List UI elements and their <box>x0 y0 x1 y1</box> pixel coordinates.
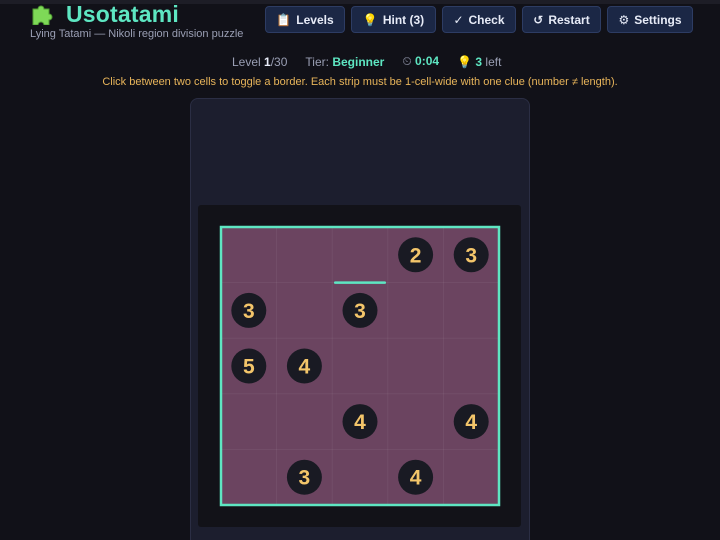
board-cell[interactable] <box>332 227 388 283</box>
board-cell[interactable] <box>332 338 388 394</box>
timer: ⏲ 0:04 <box>402 54 439 69</box>
board-cell[interactable] <box>277 394 333 450</box>
restart-icon: ↺ <box>533 12 544 27</box>
clipboard-icon: 📋 <box>276 12 292 27</box>
clue-number: 3 <box>465 244 477 267</box>
board-cell[interactable] <box>221 394 277 450</box>
hints-count: 3 <box>475 54 483 69</box>
levels-button[interactable]: 📋 Levels <box>265 6 345 33</box>
board-cell[interactable] <box>277 227 333 283</box>
tier-value: Beginner <box>332 54 385 69</box>
checkmark-icon: ✓ <box>453 12 464 27</box>
status-bar: Level 1/30 Tier: Beginner ⏲ 0:04 💡 3 lef… <box>232 54 501 69</box>
timer-value: 0:04 <box>415 54 440 68</box>
hints-remaining: 💡 3 left <box>457 54 502 69</box>
clue-number: 3 <box>299 467 311 490</box>
board-cell[interactable] <box>443 283 499 339</box>
clue-number: 4 <box>299 356 311 379</box>
lightbulb-icon: 💡 <box>362 12 378 27</box>
brand-header: Usotatami Lying Tatami — Nikoli region d… <box>30 0 244 41</box>
board-cell[interactable] <box>388 394 444 450</box>
check-button-label: Check <box>468 12 505 27</box>
tier-indicator: Tier: Beginner <box>305 54 385 69</box>
level-total: /30 <box>270 54 288 69</box>
clue-number: 4 <box>354 411 366 434</box>
board-frame: 2 3 3 3 5 4 4 4 3 4 <box>198 205 521 527</box>
level-indicator: Level 1/30 <box>232 54 288 69</box>
level-current: 1 <box>264 54 271 69</box>
board-cell[interactable] <box>388 283 444 339</box>
board-cell[interactable] <box>443 338 499 394</box>
check-button[interactable]: ✓ Check <box>442 6 516 33</box>
puzzle-piece-icon <box>30 3 58 25</box>
app-subtitle: Lying Tatami — Nikoli region division pu… <box>30 28 244 40</box>
board-cell[interactable] <box>221 449 277 505</box>
board-cell[interactable] <box>388 338 444 394</box>
toolbar: 📋 Levels 💡 Hint (3) ✓ Check ↺ Restart ⚙ … <box>265 6 693 33</box>
settings-button-label: Settings <box>634 12 682 27</box>
hint-button-label: Hint (3) <box>382 12 425 27</box>
levels-button-label: Levels <box>296 12 334 27</box>
restart-button[interactable]: ↺ Restart <box>522 6 601 33</box>
board-cell[interactable] <box>332 449 388 505</box>
restart-button-label: Restart <box>548 12 590 27</box>
hint-button[interactable]: 💡 Hint (3) <box>351 6 436 33</box>
timer-icon: ⏲ <box>402 54 412 68</box>
settings-button[interactable]: ⚙ Settings <box>607 6 693 33</box>
board-cell[interactable] <box>221 227 277 283</box>
puzzle-board[interactable]: 2 3 3 3 5 4 4 4 3 4 <box>198 205 521 527</box>
clue-number: 2 <box>410 244 422 267</box>
app-title: Usotatami <box>66 0 179 27</box>
instructions-text: Click between two cells to toggle a bord… <box>102 76 618 88</box>
board-cell[interactable] <box>443 449 499 505</box>
clue-number: 4 <box>410 467 422 490</box>
lightbulb-icon: 💡 <box>457 54 473 69</box>
clue-number: 3 <box>243 300 255 323</box>
gear-icon: ⚙ <box>618 12 630 27</box>
clue-number: 3 <box>354 300 366 323</box>
clue-number: 5 <box>243 356 255 379</box>
clue-number: 4 <box>465 411 477 434</box>
board-cell[interactable] <box>277 283 333 339</box>
